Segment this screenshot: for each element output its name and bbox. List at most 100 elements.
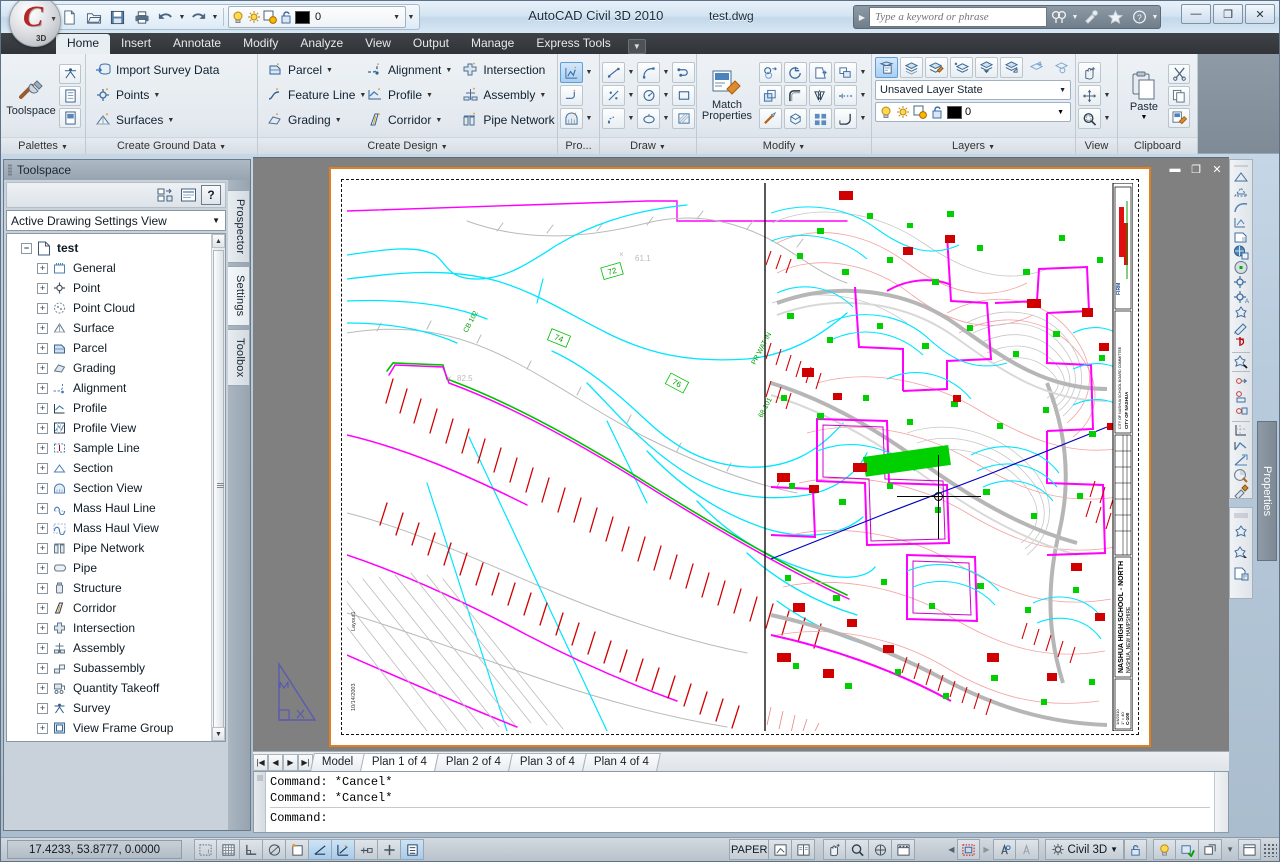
- toolspace-tab-prospector[interactable]: Prospector: [228, 190, 250, 264]
- chevron-down-icon[interactable]: ▼: [167, 117, 174, 124]
- zoom-status-icon[interactable]: [846, 839, 870, 860]
- toolspace-title-bar[interactable]: Toolspace: [4, 160, 250, 180]
- ortho-mode-toggle[interactable]: [263, 839, 286, 860]
- toolspace-tab-settings[interactable]: Settings: [228, 266, 250, 326]
- collapse-icon[interactable]: −: [21, 242, 32, 254]
- drag-grip-icon[interactable]: [8, 164, 12, 176]
- close-button[interactable]: ✕: [1245, 4, 1275, 24]
- parcel-button[interactable]: Parcel ▼: [262, 58, 362, 82]
- chevron-down-icon[interactable]: ▼: [212, 216, 225, 225]
- alignment-button[interactable]: Alignment ▼: [362, 58, 457, 82]
- surface-properties-icon[interactable]: [1230, 185, 1252, 200]
- tree-item-grading[interactable]: + Grading: [13, 358, 211, 378]
- chevron-down-icon[interactable]: ▼: [1141, 114, 1148, 121]
- surface-analysis-icon[interactable]: [1230, 468, 1252, 483]
- grid-display-toggle[interactable]: [217, 839, 240, 860]
- expand-icon[interactable]: +: [37, 422, 48, 434]
- panel-title-draw[interactable]: Draw ▼: [600, 137, 696, 154]
- tree-item-subassembly[interactable]: + Subassembly: [13, 658, 211, 678]
- layer-color-swatch[interactable]: [295, 10, 310, 24]
- polyline-icon[interactable]: [672, 62, 695, 83]
- layout-tab-plan-4[interactable]: Plan 4 of 4: [582, 753, 662, 771]
- tree-item-structure[interactable]: + Structure: [13, 578, 211, 598]
- freeze-icon[interactable]: [913, 105, 927, 119]
- tab-analyze[interactable]: Analyze: [289, 34, 354, 54]
- panel-title-create-design[interactable]: Create Design ▼: [258, 137, 557, 154]
- toolbar-grip-icon[interactable]: [1234, 513, 1248, 518]
- chevron-down-icon[interactable]: ▼: [1110, 845, 1118, 854]
- command-line[interactable]: Command: *Cancel* Command: *Cancel* Comm…: [253, 771, 1229, 833]
- undo-dropdown-icon[interactable]: ▼: [178, 14, 186, 21]
- chevron-down-icon[interactable]: ▼: [153, 92, 160, 99]
- layer-previous-icon[interactable]: [975, 57, 998, 78]
- layer-unisolate-icon[interactable]: [1000, 57, 1023, 78]
- layout-tab-plan-3[interactable]: Plan 3 of 4: [508, 753, 588, 771]
- command-line-grip[interactable]: [254, 772, 266, 832]
- copy-icon[interactable]: [1168, 85, 1190, 106]
- prev-annotation-scale-icon[interactable]: ◀: [945, 845, 957, 854]
- help-icon[interactable]: ?: [1127, 7, 1151, 27]
- layout-tab-plan-2[interactable]: Plan 2 of 4: [434, 753, 514, 771]
- expand-icon[interactable]: +: [37, 482, 48, 494]
- settings-tree[interactable]: − test + General + Point + Point Cloud + Surfac…: [6, 233, 226, 742]
- alignment-create-icon[interactable]: [1230, 335, 1252, 350]
- chevron-down-icon[interactable]: ▼: [1059, 87, 1070, 94]
- expand-icon[interactable]: +: [37, 322, 48, 334]
- status-lightbulb-icon[interactable]: [1153, 839, 1177, 860]
- freeze-icon[interactable]: [263, 10, 277, 24]
- circle-icon[interactable]: [637, 85, 660, 106]
- ribbon-minimize-icon[interactable]: ▼: [627, 39, 646, 54]
- surfaces-button[interactable]: Surfaces ▼: [90, 108, 224, 132]
- tab-view[interactable]: View: [354, 34, 402, 54]
- tab-manage[interactable]: Manage: [460, 34, 525, 54]
- scrollbar-thumb[interactable]: [213, 250, 224, 730]
- new-icon[interactable]: [58, 6, 81, 28]
- points-button[interactable]: Points ▼: [90, 83, 224, 107]
- panel-title-palettes[interactable]: Palettes ▼: [1, 137, 85, 154]
- corridor-paint-icon[interactable]: [1230, 483, 1252, 498]
- point-tool-icon[interactable]: [1230, 521, 1252, 542]
- showmotion-icon[interactable]: [892, 839, 916, 860]
- fillet-radius-icon[interactable]: [834, 108, 857, 129]
- undo-icon[interactable]: [154, 6, 177, 28]
- plot-icon[interactable]: [130, 6, 153, 28]
- status-overflow-icon[interactable]: ▼: [1222, 845, 1238, 854]
- expand-icon[interactable]: +: [37, 562, 48, 574]
- profile-grid-icon[interactable]: [1230, 423, 1252, 438]
- tree-item-mass-haul-line[interactable]: + Mass Haul Line: [13, 498, 211, 518]
- paper-space-sheet[interactable]: 72 74 76 CB 102 68 101 PR WAT IN 61.1 82…: [329, 167, 1151, 747]
- rotate-icon[interactable]: [784, 62, 807, 83]
- assembly-button[interactable]: Assembly ▼: [457, 83, 570, 107]
- item-view-icon[interactable]: [155, 185, 175, 205]
- point-create-icon[interactable]: [1230, 275, 1252, 290]
- chevron-down-icon[interactable]: ▼: [585, 108, 593, 129]
- profile-view-create-icon[interactable]: [560, 62, 583, 83]
- spline-icon[interactable]: [602, 108, 625, 129]
- expand-icon[interactable]: +: [37, 522, 48, 534]
- 3d-move-icon[interactable]: [784, 108, 807, 129]
- view-selector-combo[interactable]: Active Drawing Settings View ▼: [6, 210, 226, 231]
- edit-points-icon[interactable]: [1230, 320, 1252, 335]
- tab-home[interactable]: Home: [56, 34, 111, 54]
- chevron-down-icon[interactable]: ▼: [859, 108, 867, 129]
- command-line-scrollbar[interactable]: [1214, 772, 1228, 832]
- save-icon[interactable]: [106, 6, 129, 28]
- match-properties-small-icon[interactable]: [1168, 107, 1190, 128]
- page-grid-icon[interactable]: [1230, 563, 1252, 584]
- create-surface-icon[interactable]: [1230, 170, 1252, 185]
- 3d-orbit-icon[interactable]: [1078, 85, 1101, 106]
- expand-icon[interactable]: +: [37, 642, 48, 654]
- chevron-down-icon[interactable]: ▼: [662, 108, 670, 129]
- search-dropdown-icon[interactable]: ▼: [1071, 14, 1079, 21]
- map-globe-icon[interactable]: [1230, 245, 1252, 260]
- expand-icon[interactable]: +: [37, 582, 48, 594]
- expand-icon[interactable]: +: [37, 282, 48, 294]
- panel-title-view[interactable]: View: [1076, 137, 1117, 154]
- steering-wheel-icon[interactable]: [869, 839, 893, 860]
- tree-item-pipe[interactable]: + Pipe: [13, 558, 211, 578]
- tree-item-section-view[interactable]: + Section View: [13, 478, 211, 498]
- expand-icon[interactable]: +: [37, 502, 48, 514]
- toolspace-tab-toolbox[interactable]: Toolbox: [228, 328, 250, 386]
- zoom-icon[interactable]: [1078, 108, 1101, 129]
- infocenter-expand-icon[interactable]: ▶: [855, 13, 869, 22]
